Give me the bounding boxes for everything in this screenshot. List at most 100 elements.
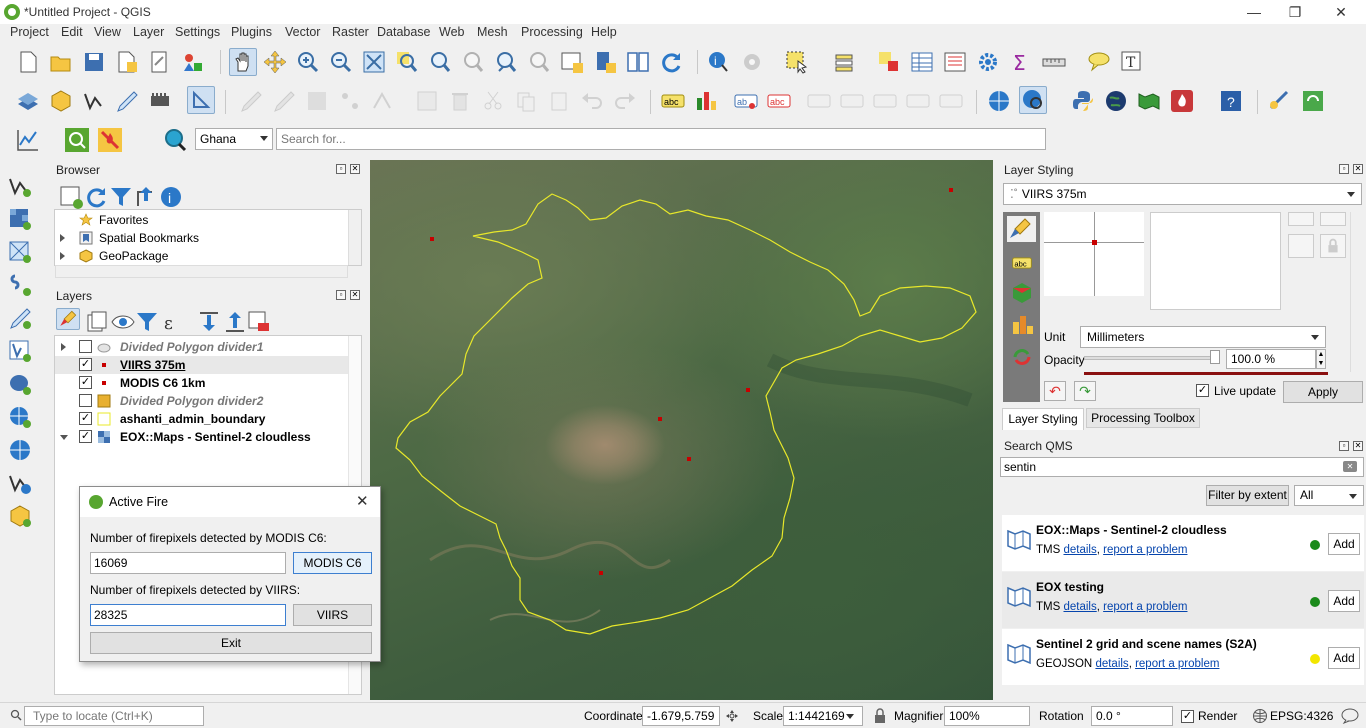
collapse-all-layers-icon[interactable] (222, 309, 244, 332)
run-action-icon[interactable] (739, 49, 765, 75)
add-symbol-layer-icon[interactable] (1288, 212, 1314, 226)
collapse-all-icon[interactable] (133, 184, 152, 206)
pan-to-selection-icon[interactable] (262, 49, 288, 75)
label-abc-icon[interactable]: abc (660, 88, 686, 114)
zoom-to-selection-icon[interactable] (394, 49, 420, 75)
remove-layer-icon[interactable] (246, 309, 269, 331)
menu-database[interactable]: Database (377, 25, 431, 39)
menu-view[interactable]: View (94, 25, 121, 39)
fire-layer-icon[interactable] (97, 127, 123, 153)
tab-processing-toolbox[interactable]: Processing Toolbox (1086, 408, 1200, 428)
report-problem-link[interactable]: report a problem (1135, 658, 1219, 670)
viirs-count-input[interactable]: 28325 (90, 604, 286, 626)
report-problem-link[interactable]: report a problem (1103, 601, 1187, 613)
close-panel-icon[interactable]: ✕ (1353, 164, 1363, 174)
close-panel-icon[interactable]: ✕ (1353, 441, 1363, 451)
add-feature-icon[interactable] (337, 88, 363, 114)
add-delimited-text-icon[interactable] (7, 272, 33, 298)
filter-select[interactable]: All (1294, 485, 1364, 506)
help-plugin-icon[interactable]: ? (1218, 88, 1244, 114)
details-link[interactable]: details (1063, 601, 1096, 613)
close-panel-icon[interactable]: ✕ (350, 290, 360, 300)
viirs-button[interactable]: VIIRS (293, 604, 372, 626)
undo-style-icon[interactable]: ↶ (1044, 381, 1066, 401)
new-map-view-icon[interactable] (559, 49, 585, 75)
new-bookmark-icon[interactable] (592, 49, 618, 75)
redo-icon[interactable] (612, 88, 638, 114)
add-group-icon[interactable] (84, 309, 107, 332)
opacity-spin-arrows-icon[interactable]: ▲ ▼ (1316, 349, 1326, 369)
apply-button[interactable]: Apply (1283, 381, 1363, 403)
filter-by-extent-button[interactable]: Filter by extent (1206, 485, 1289, 506)
new-temporary-layer-icon[interactable] (114, 88, 140, 114)
close-window-button[interactable]: ✕ (1323, 2, 1359, 22)
layer-row-eox-maps[interactable]: ✓ EOX::Maps - Sentinel-2 cloudless (55, 428, 361, 446)
menu-edit[interactable]: Edit (61, 25, 83, 39)
raster-calculator-icon[interactable] (1300, 88, 1326, 114)
zoom-to-layer-icon[interactable] (427, 49, 453, 75)
add-service-button[interactable]: Add (1328, 533, 1360, 555)
locator-search-input[interactable]: Search for... (276, 128, 1046, 150)
rotation-field[interactable]: 0.0 ° (1091, 706, 1173, 726)
open-project-icon[interactable] (48, 49, 74, 75)
add-wcs-icon[interactable] (7, 437, 33, 463)
data-source-manager-icon[interactable] (15, 88, 41, 114)
modis-count-input[interactable]: 16069 (90, 552, 286, 574)
map-swipe-icon[interactable] (1136, 88, 1162, 114)
chevron-right-icon[interactable] (61, 343, 66, 351)
map-canvas[interactable] (370, 160, 993, 700)
unit-select[interactable]: Millimeters (1080, 326, 1326, 348)
crs-globe-icon[interactable] (1252, 708, 1268, 724)
layer-visibility-checkbox[interactable]: ✓ (79, 430, 92, 443)
opacity-slider[interactable] (1084, 356, 1220, 360)
menu-raster[interactable]: Raster (332, 25, 369, 39)
refresh-icon[interactable] (658, 49, 684, 75)
filter-browser-icon[interactable] (108, 184, 131, 206)
profile-tool-icon[interactable] (15, 127, 41, 153)
text-annotation-icon[interactable]: T (1119, 49, 1145, 75)
pan-hand-icon[interactable] (229, 48, 257, 76)
style-manager-icon[interactable] (180, 49, 206, 75)
lock-symbol-icon[interactable] (1320, 234, 1346, 258)
dialog-close-icon[interactable]: ✕ (356, 492, 369, 510)
diagram-tab-icon[interactable] (1009, 312, 1035, 338)
georeferencer-icon[interactable] (1267, 88, 1293, 114)
menu-mesh[interactable]: Mesh (477, 25, 508, 39)
details-link[interactable]: details (1095, 658, 1128, 670)
modis-button[interactable]: MODIS C6 (293, 552, 372, 574)
coordinate-field[interactable]: -1.679,5.759 (642, 706, 720, 726)
browser-item-spatial-bookmarks[interactable]: Spatial Bookmarks (55, 229, 361, 247)
qms-result-item[interactable]: EOX::Maps - Sentinel-2 cloudless TMS det… (1002, 515, 1364, 571)
diagram-icon[interactable] (693, 88, 719, 114)
qgis-search-icon[interactable] (64, 127, 90, 153)
toggle-editing-icon[interactable] (238, 88, 264, 114)
move-label-icon[interactable] (806, 88, 832, 114)
add-selected-icon[interactable] (58, 184, 83, 209)
menu-project[interactable]: Project (10, 25, 49, 39)
layer-visibility-checkbox[interactable]: ✓ (79, 358, 92, 371)
labels-tab-icon[interactable]: abc (1009, 252, 1035, 274)
float-panel-icon[interactable]: ▫ (1339, 164, 1349, 174)
cut-features-icon[interactable] (480, 88, 506, 114)
zoom-full-icon[interactable] (361, 49, 387, 75)
new-virtual-layer-icon[interactable] (147, 88, 173, 114)
magnifier-field[interactable]: 100% (944, 706, 1030, 726)
menu-layer[interactable]: Layer (133, 25, 164, 39)
qms-search-icon[interactable] (1019, 86, 1047, 114)
expand-all-icon[interactable] (196, 309, 218, 331)
tab-layer-styling[interactable]: Layer Styling (1002, 408, 1084, 430)
minimize-button[interactable]: — (1236, 2, 1272, 22)
browser-vertical-scrollbar[interactable] (348, 210, 361, 265)
map-tips-icon[interactable] (1086, 49, 1112, 75)
vertex-tool-icon[interactable] (370, 88, 396, 114)
add-vector-tile-icon[interactable] (7, 503, 33, 529)
layer-visibility-checkbox[interactable] (79, 394, 92, 407)
zoom-next-icon[interactable] (526, 49, 552, 75)
menu-processing[interactable]: Processing (521, 25, 583, 39)
toolbox-gear-icon[interactable] (975, 49, 1001, 75)
filter-expression-icon[interactable]: ε (160, 309, 180, 334)
details-link[interactable]: details (1063, 544, 1096, 556)
add-virtual-layer-icon[interactable] (7, 338, 33, 364)
add-mesh-layer-icon[interactable] (7, 239, 33, 265)
close-panel-icon[interactable]: ✕ (350, 164, 360, 174)
